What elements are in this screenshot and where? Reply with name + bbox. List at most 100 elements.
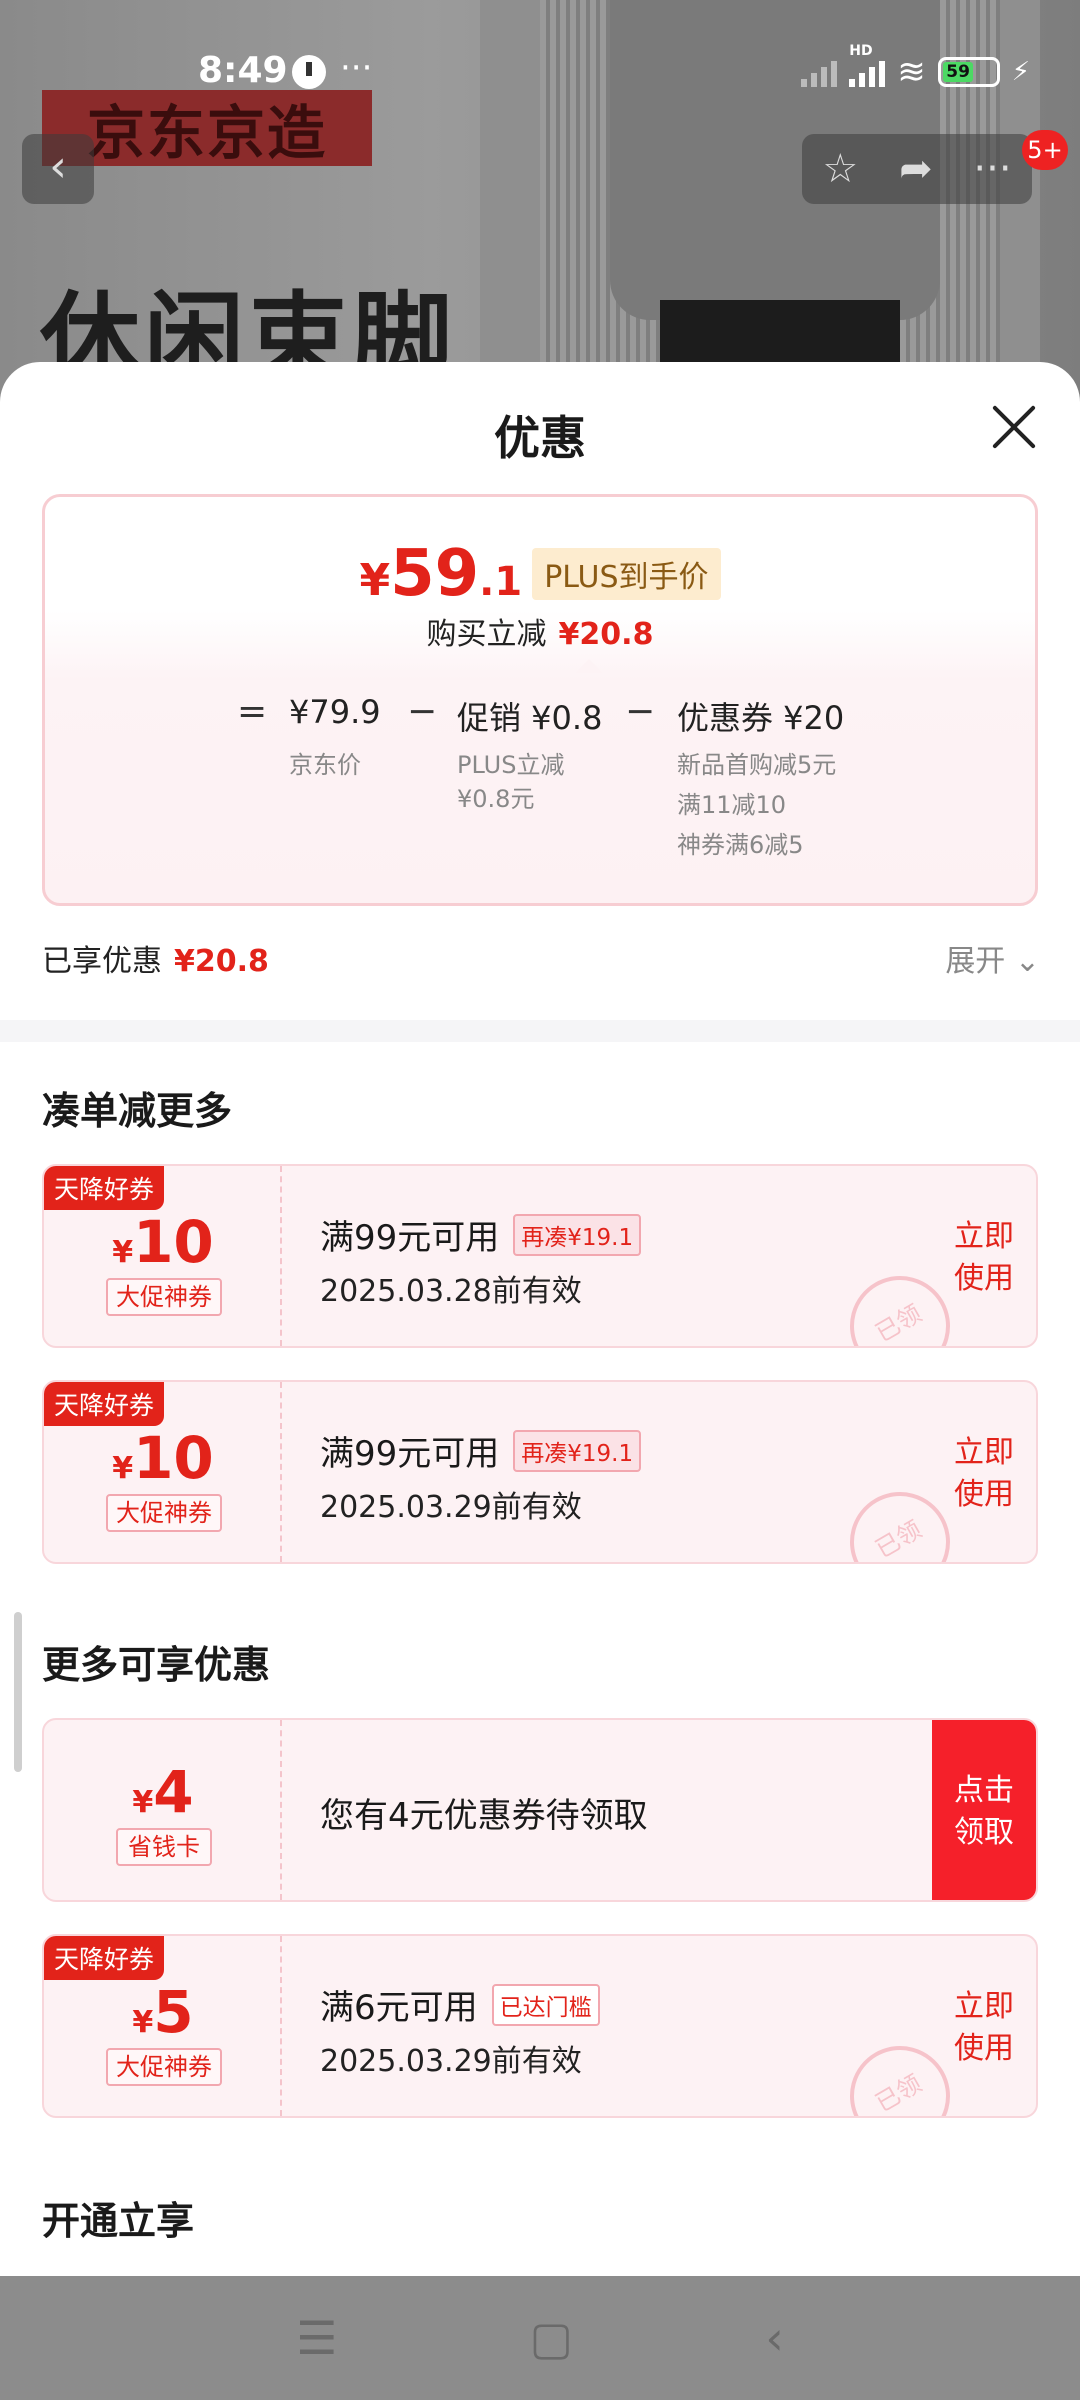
back-icon[interactable]: ‹ [765, 2311, 783, 2365]
coupon-condition-text: 满99元可用 [320, 1218, 500, 1258]
coupon-tag: 天降好券 [44, 1382, 165, 1426]
sheet-title: 优惠 [494, 411, 586, 465]
coupon-tag: 天降好券 [44, 1166, 165, 1210]
coupon-card: 天降好券 ¥10 大促神券 满99元可用 再凑¥19.1 2025.03.28前有… [42, 1164, 1038, 1348]
product-actions: ☆ ➦ ··· [802, 134, 1032, 204]
status-bar: 8:49 ··· HD ≋ 59 ⚡ [0, 40, 1080, 110]
chevron-left-icon: ‹ [49, 141, 67, 192]
coupon-sub-1: 新品首购减5元 [677, 751, 837, 779]
coupon-sub-3: 神券满6减5 [677, 831, 804, 859]
final-price: ¥59.1 [359, 537, 522, 611]
instant-discount-amount: ¥20.8 [558, 617, 654, 652]
coupon-sub-2: 满11减10 [677, 791, 787, 819]
charging-icon: ⚡ [1011, 57, 1030, 87]
coupon-hint: 再凑¥19.1 [513, 1429, 642, 1472]
price-breakdown: = ¥79.9 京东价 − 促销 ¥0.8 PLUS立减 ¥0.8元 − 优惠券… [45, 669, 1041, 905]
coupon-currency: ¥ [132, 2005, 154, 2040]
coupon-value-panel: 天降好券 ¥5 大促神券 [44, 1936, 282, 2116]
coupon-hint: 再凑¥19.1 [513, 1213, 642, 1256]
coupon-amount: ¥10 [44, 1424, 282, 1492]
minus-sign-1: − [407, 691, 438, 732]
expand-button[interactable]: 展开 ⌄ [945, 936, 1040, 980]
coupon-hint: 已达门槛 [491, 1983, 600, 2026]
more-notifications-icon: ··· [340, 48, 373, 88]
price-summary-card: ¥59.1 PLUS到手价 购买立减 ¥20.8 = ¥79.9 京东价 − 促销… [42, 494, 1038, 906]
coupon-condition-text: 您有4元优惠券待领取 [320, 1796, 648, 1836]
coupon-value-panel: ¥4 省钱卡 [44, 1720, 282, 1900]
clock-app-icon [292, 55, 326, 89]
plus-price-tag: PLUS到手价 [532, 548, 721, 600]
close-icon[interactable] [990, 402, 1040, 452]
cta-line-2: 领取 [954, 1815, 1014, 1850]
coupon-value: 10 [133, 1208, 214, 1276]
coupon-condition-text: 满99元可用 [320, 1434, 500, 1474]
promo-price: 促销 ¥0.8 [457, 699, 603, 737]
instant-discount-row: 购买立减 ¥20.8 [45, 609, 1035, 673]
message-badge: 5+ [1022, 130, 1068, 170]
coupon-expiry: 2025.03.28前有效 [320, 1274, 582, 1309]
price-decimal: .1 [479, 559, 523, 605]
coupon-value-panel: 天降好券 ¥10 大促神券 [44, 1166, 282, 1346]
coupon-kind: 省钱卡 [116, 1828, 212, 1866]
home-icon[interactable]: ▢ [530, 2311, 573, 2365]
minus-sign-2: − [625, 691, 656, 732]
more-menu-icon[interactable]: ··· [973, 146, 1011, 192]
use-now-button[interactable]: 立即 使用 [932, 1382, 1036, 1562]
coupon-condition: 满99元可用 再凑¥19.1 [320, 1426, 642, 1475]
enjoyed-label: 已享优惠 [42, 944, 162, 979]
share-icon[interactable]: ➦ [899, 146, 933, 192]
equals-sign: = [237, 691, 268, 732]
scrollbar[interactable] [14, 1612, 22, 1772]
claim-button[interactable]: 点击 领取 [932, 1720, 1036, 1900]
currency-symbol: ¥ [359, 555, 391, 606]
cta-line-1: 点击 [954, 1773, 1014, 1808]
coupon-expiry: 2025.03.29前有效 [320, 1490, 582, 1525]
coupon-condition: 您有4元优惠券待领取 [320, 1788, 648, 1837]
cta-line-1: 立即 [954, 1219, 1014, 1254]
battery-icon: 59 [937, 57, 1000, 87]
coupon-amount: ¥5 [44, 1978, 282, 2046]
coupon-amount: ¥10 [44, 1208, 282, 1276]
section-title-open: 开通立享 [42, 2199, 195, 2243]
cta-line-2: 使用 [954, 2031, 1014, 2066]
coupon-kind: 大促神券 [106, 1278, 222, 1316]
cta-line-2: 使用 [954, 1477, 1014, 1512]
coupon-price: 优惠券 ¥20 [677, 699, 845, 737]
status-icons: HD ≋ 59 ⚡ [801, 43, 1030, 92]
coupon-value-panel: 天降好券 ¥10 大促神券 [44, 1382, 282, 1562]
cta-line-1: 立即 [954, 1435, 1014, 1470]
coupon-tag: 天降好券 [44, 1936, 165, 1980]
status-time: 8:49 [198, 50, 288, 91]
enjoyed-amount: ¥20.8 [174, 944, 269, 979]
coupon-card: ¥4 省钱卡 您有4元优惠券待领取 点击领取 [42, 1718, 1038, 1902]
signal-icon-sim1 [801, 57, 838, 87]
coupon-currency: ¥ [112, 1451, 134, 1486]
promo-sub-label: PLUS立减 [457, 751, 565, 779]
coupon-expiry: 2025.03.29前有效 [320, 2044, 582, 2079]
coupon-amount: ¥4 [44, 1758, 282, 1826]
coupon-value: 4 [153, 1758, 194, 1826]
favorite-star-icon[interactable]: ☆ [822, 146, 858, 192]
signal-icon-sim2: HD [849, 43, 886, 87]
coupon-condition-text: 满6元可用 [320, 1988, 478, 2028]
section-divider [0, 1020, 1080, 1042]
base-price: ¥79.9 [289, 693, 381, 731]
section-title-bundle: 凑单减更多 [42, 1089, 233, 1133]
wifi-icon: ≋ [897, 52, 926, 92]
discount-sheet: 优惠 ¥59.1 PLUS到手价 购买立减 ¥20.8 = ¥79.9 京东价 −… [0, 362, 1080, 2276]
battery-level: 59 [942, 62, 974, 82]
use-now-button[interactable]: 立即 使用 [932, 1166, 1036, 1346]
promo-sub-amount: ¥0.8元 [457, 785, 535, 813]
back-button[interactable]: ‹ [22, 134, 94, 204]
coupon-currency: ¥ [112, 1235, 134, 1270]
coupon-value: 5 [153, 1978, 194, 2046]
hd-label: HD [849, 43, 873, 59]
instant-discount-label: 购买立减 [426, 617, 547, 652]
coupon-card: 天降好券 ¥5 大促神券 满6元可用 已达门槛 2025.03.29前有效 已领 … [42, 1934, 1038, 2118]
coupon-condition: 满6元可用 已达门槛 [320, 1980, 600, 2029]
use-now-button[interactable]: 立即 使用 [932, 1936, 1036, 2116]
cta-line-2: 使用 [954, 1261, 1014, 1296]
menu-icon[interactable]: ☰ [296, 2311, 337, 2365]
section-title-more: 更多可享优惠 [42, 1643, 271, 1687]
base-price-label: 京东价 [289, 751, 361, 779]
